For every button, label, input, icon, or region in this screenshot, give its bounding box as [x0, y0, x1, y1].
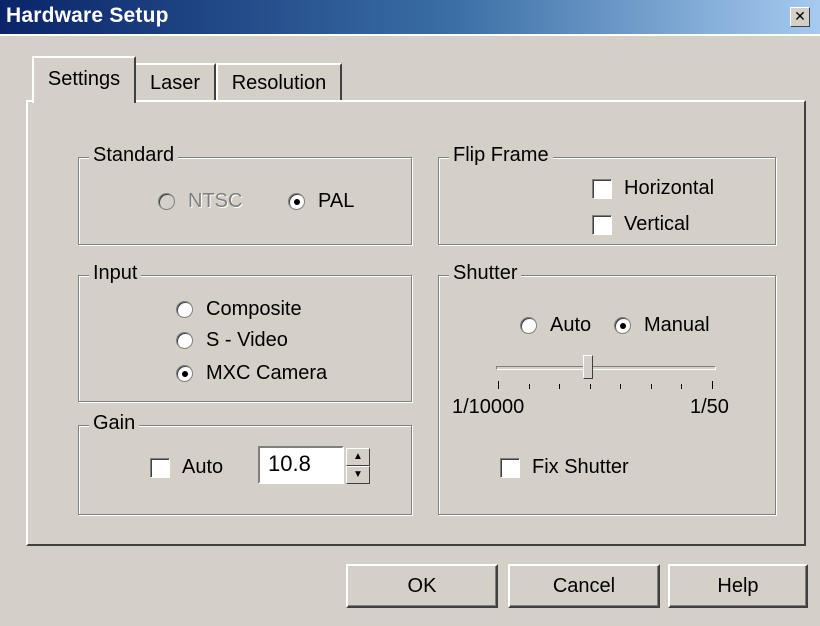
cancel-button[interactable]: Cancel	[508, 564, 660, 608]
shutter-slider-thumb[interactable]	[583, 355, 593, 379]
s-video-radio-indicator	[176, 332, 193, 349]
mxc-camera-label: MXC Camera	[206, 362, 328, 384]
slider-tick	[651, 384, 652, 389]
slider-tick	[620, 384, 621, 389]
horizontal-checkbox[interactable]: Horizontal	[592, 177, 714, 200]
shutter-auto-label: Auto	[550, 314, 592, 336]
slider-tick	[498, 381, 499, 389]
chevron-down-icon: ▼	[353, 469, 363, 480]
gain-auto-checkbox[interactable]: Auto	[150, 456, 223, 479]
standard-group: Standard	[78, 144, 412, 245]
tab-settings[interactable]: Settings	[32, 56, 136, 103]
help-button[interactable]: Help	[668, 564, 808, 608]
shutter-legend: Shutter	[449, 262, 522, 285]
shutter-slider-track[interactable]	[496, 366, 716, 370]
fix-shutter-label: Fix Shutter	[532, 456, 629, 478]
chevron-up-icon: ▲	[353, 451, 363, 462]
shutter-auto-radio[interactable]: Auto	[520, 314, 591, 337]
mxc-camera-radio-indicator	[176, 365, 193, 382]
ntsc-label: NTSC	[188, 190, 243, 212]
slider-tick	[559, 384, 560, 389]
pal-label: PAL	[318, 190, 355, 212]
shutter-manual-radio-indicator	[614, 317, 631, 334]
tab-resolution-label: Resolution	[231, 72, 327, 94]
slider-tick	[590, 384, 591, 389]
title-bar: Hardware Setup ✕	[0, 0, 820, 36]
pal-radio[interactable]: PAL	[288, 190, 354, 213]
gain-spin-down-button[interactable]: ▼	[346, 466, 370, 484]
flip-frame-legend: Flip Frame	[449, 144, 553, 167]
gain-legend: Gain	[89, 412, 140, 435]
shutter-auto-radio-indicator	[520, 317, 537, 334]
standard-legend: Standard	[89, 144, 179, 167]
tab-settings-label: Settings	[47, 68, 121, 90]
vertical-checkbox[interactable]: Vertical	[592, 213, 690, 236]
gain-value-input[interactable]: 10.8	[258, 446, 344, 484]
composite-radio[interactable]: Composite	[176, 298, 302, 321]
s-video-radio[interactable]: S - Video	[176, 329, 288, 352]
window-title: Hardware Setup	[6, 4, 169, 27]
shutter-manual-radio[interactable]: Manual	[614, 314, 710, 337]
shutter-max-label: 1/50	[690, 396, 729, 418]
input-legend: Input	[89, 262, 142, 285]
shutter-manual-label: Manual	[644, 314, 710, 336]
gain-spin-up-button[interactable]: ▲	[346, 448, 370, 466]
shutter-group: Shutter	[438, 262, 776, 515]
vertical-checkbox-box	[592, 214, 612, 235]
horizontal-label: Horizontal	[624, 177, 715, 199]
tab-resolution[interactable]: Resolution	[216, 63, 342, 101]
horizontal-checkbox-box	[592, 178, 612, 199]
pal-radio-indicator	[288, 193, 305, 210]
ntsc-radio-indicator	[158, 193, 175, 210]
ntsc-radio[interactable]: NTSC	[158, 190, 242, 213]
fix-shutter-checkbox[interactable]: Fix Shutter	[500, 456, 629, 479]
gain-auto-label: Auto	[182, 456, 224, 478]
shutter-min-label: 1/10000	[452, 396, 525, 418]
slider-tick	[712, 381, 713, 389]
slider-tick	[681, 384, 682, 389]
ok-button[interactable]: OK	[346, 564, 498, 608]
composite-label: Composite	[206, 298, 302, 320]
tab-laser[interactable]: Laser	[134, 63, 216, 101]
close-icon[interactable]: ✕	[790, 7, 810, 27]
s-video-label: S - Video	[206, 329, 288, 351]
mxc-camera-radio[interactable]: MXC Camera	[176, 362, 327, 385]
gain-auto-checkbox-box	[150, 457, 170, 478]
vertical-label: Vertical	[624, 213, 690, 235]
composite-radio-indicator	[176, 301, 193, 318]
tab-laser-label: Laser	[149, 72, 201, 94]
slider-tick	[529, 384, 530, 389]
fix-shutter-checkbox-box	[500, 457, 520, 478]
